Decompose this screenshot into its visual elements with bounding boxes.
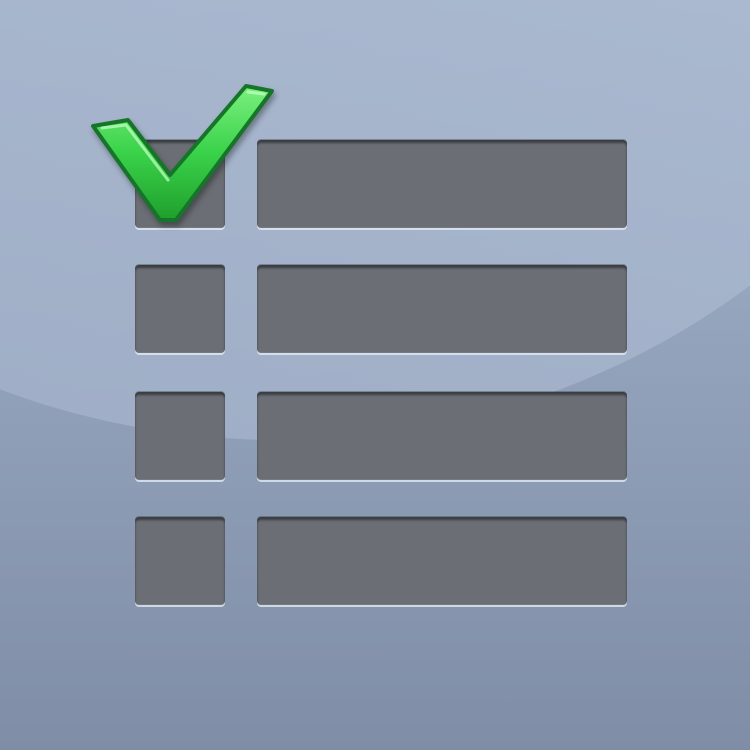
checklist-row	[0, 265, 750, 355]
checkbox-unchecked	[135, 265, 225, 353]
row-bar	[257, 265, 627, 353]
checkbox-unchecked	[135, 517, 225, 605]
row-bar	[257, 392, 627, 480]
checklist-row	[0, 392, 750, 482]
checkbox-unchecked	[135, 392, 225, 480]
checkmark-icon	[91, 84, 274, 222]
row-bar	[257, 140, 627, 228]
row-bar	[257, 517, 627, 605]
checklist-row	[0, 517, 750, 607]
checklist-app-icon	[0, 0, 750, 750]
